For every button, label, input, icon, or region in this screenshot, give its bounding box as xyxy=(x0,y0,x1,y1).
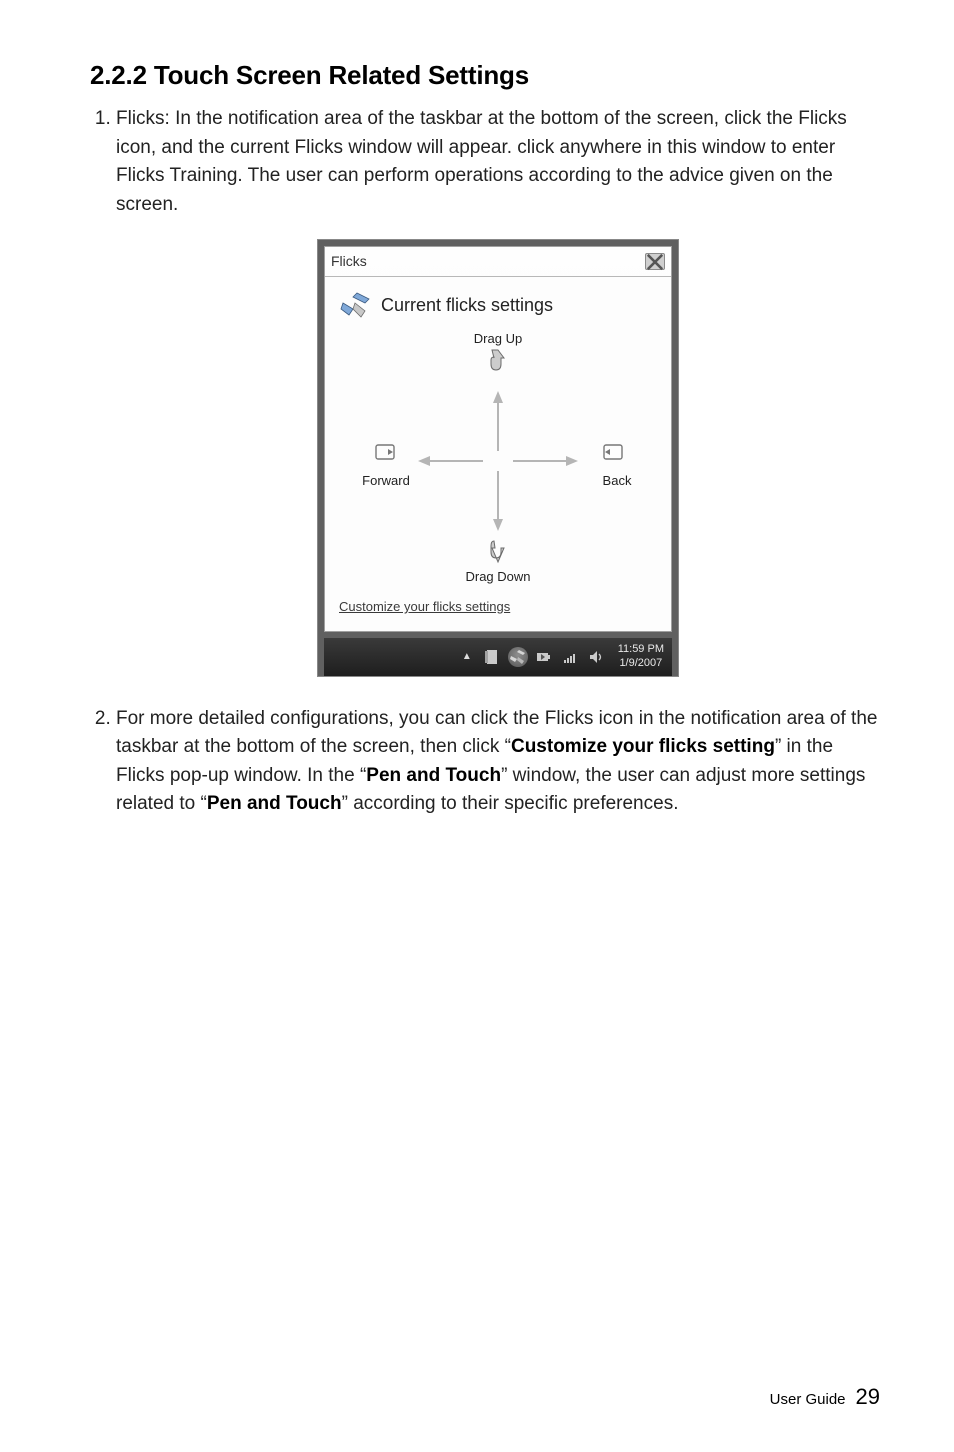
flicks-body[interactable]: Current flicks settings xyxy=(325,276,671,631)
drag-up-label: Drag Up xyxy=(458,329,538,349)
list-item: For more detailed configurations, you ca… xyxy=(116,705,880,819)
back-icon xyxy=(600,439,628,467)
drag-down-label: Drag Down xyxy=(448,567,548,587)
bold-term: Customize your flicks setting xyxy=(511,736,775,757)
drag-down-icon xyxy=(484,537,512,565)
list-item-text: Flicks: In the notification area of the … xyxy=(116,108,847,215)
section-heading: 2.2.2 Touch Screen Related Settings xyxy=(90,60,880,91)
flicks-window[interactable]: Flicks xyxy=(324,246,672,632)
flicks-diagram: Drag Up xyxy=(348,331,648,591)
bold-term: Pen and Touch xyxy=(366,765,501,786)
tray-expand-icon[interactable]: ▲ xyxy=(462,649,472,664)
flicks-settings-title: Current flicks settings xyxy=(381,292,553,319)
flicks-header-row: Current flicks settings xyxy=(339,289,657,321)
forward-icon xyxy=(370,439,398,467)
list-item: Flicks: In the notification area of the … xyxy=(116,105,880,677)
clock-time: 11:59 PM xyxy=(618,643,664,656)
footer-page-number: 29 xyxy=(856,1384,880,1409)
bold-term: Pen and Touch xyxy=(207,793,342,814)
flicks-app-icon xyxy=(339,289,371,321)
window-title: Flicks xyxy=(331,251,367,272)
flicks-tray-icon[interactable] xyxy=(508,647,528,667)
figure-wrapper: Flicks xyxy=(116,239,880,677)
taskbar: ▲ xyxy=(324,638,672,676)
page-footer: User Guide 29 xyxy=(770,1384,880,1410)
footer-label: User Guide xyxy=(770,1391,846,1408)
forward-label: Forward xyxy=(356,471,416,491)
network-tray-icon[interactable] xyxy=(560,647,580,667)
volume-tray-icon[interactable] xyxy=(586,647,606,667)
power-tray-icon[interactable] xyxy=(534,647,554,667)
drag-up-icon xyxy=(484,347,512,375)
action-center-icon[interactable] xyxy=(482,647,502,667)
screenshot-figure: Flicks xyxy=(317,239,679,677)
close-icon[interactable] xyxy=(645,253,665,270)
back-label: Back xyxy=(592,471,642,491)
flicks-titlebar[interactable]: Flicks xyxy=(325,247,671,276)
list-item-text-seg: ” according to their specific preference… xyxy=(342,793,679,814)
taskbar-clock[interactable]: 11:59 PM 1/9/2007 xyxy=(618,643,664,669)
instruction-list: Flicks: In the notification area of the … xyxy=(90,105,880,819)
clock-date: 1/9/2007 xyxy=(618,657,664,670)
document-page: 2.2.2 Touch Screen Related Settings Flic… xyxy=(0,0,954,1452)
